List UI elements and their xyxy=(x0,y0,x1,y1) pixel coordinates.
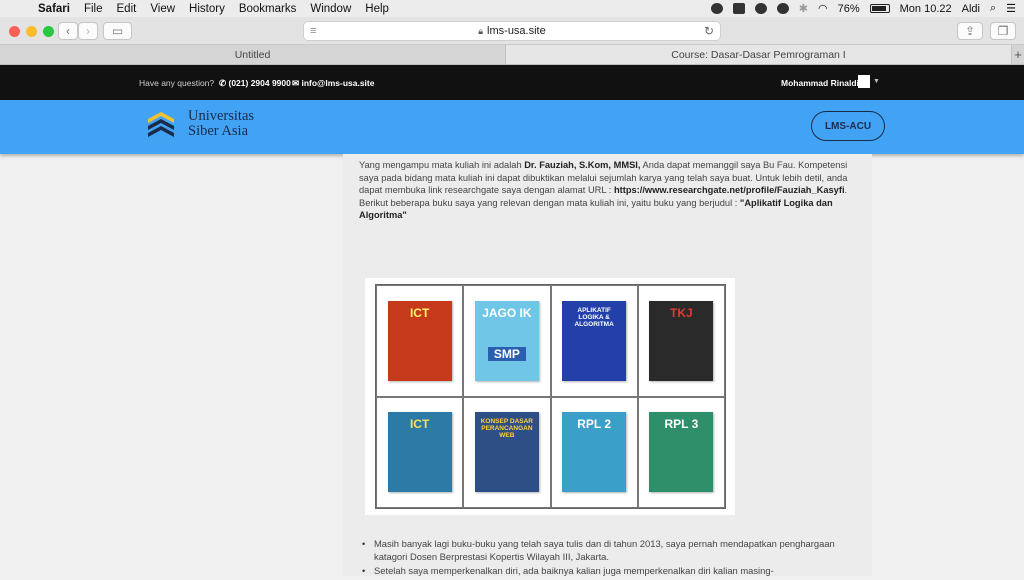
share-icon: ⇪ xyxy=(964,24,976,38)
book-cover: ICT xyxy=(387,300,452,381)
share-button[interactable]: ⇪ xyxy=(957,22,983,40)
macos-menubar: Safari File Edit View History Bookmarks … xyxy=(0,0,1024,17)
lock-icon: 🔒︎ xyxy=(478,25,484,36)
list-item: Masih banyak lagi buku-buku yang telah s… xyxy=(362,538,854,563)
menu-edit[interactable]: Edit xyxy=(117,3,137,15)
creative-cloud-icon[interactable] xyxy=(754,3,767,14)
contact-question: Have any question? xyxy=(139,78,215,88)
book-cell: JAGO IK SMP xyxy=(463,285,551,397)
book-cell: RPL 2 xyxy=(550,396,638,508)
book-cover-title: TKJ xyxy=(670,305,693,320)
wifi-icon[interactable]: ◠ xyxy=(818,2,828,15)
menubar-status-area: ✱ ◠ 76% Mon 10.22 Aldi ⌕ ☰ xyxy=(710,0,1016,17)
researchgate-link[interactable]: https://www.researchgate.net/profile/Fau… xyxy=(614,185,845,195)
bluetooth-icon[interactable]: ✱ xyxy=(799,2,808,15)
forward-button[interactable]: › xyxy=(78,22,98,40)
sidebar-button[interactable]: ▭ xyxy=(103,22,132,40)
user-menu[interactable]: Aldi xyxy=(962,3,980,15)
book-cover-title: RPL 3 xyxy=(664,417,699,432)
reload-icon[interactable]: ↻ xyxy=(704,24,714,38)
brand-name[interactable]: Universitas Siber Asia xyxy=(188,109,254,139)
book-cover-title: RPL 2 xyxy=(577,417,612,432)
tab-label: Untitled xyxy=(234,48,271,61)
bullet-list: Masih banyak lagi buku-buku yang telah s… xyxy=(362,538,854,580)
book-cover: ICT xyxy=(387,412,452,493)
book-cover-title: ICT xyxy=(409,305,430,320)
contact-phone[interactable]: ✆ (021) 2904 9900 xyxy=(219,78,291,89)
book-cover: APLIKATIF LOGIKA & ALGORITMA xyxy=(562,300,627,381)
battery-icon[interactable] xyxy=(869,4,890,13)
book-cell: TKJ xyxy=(637,285,725,397)
tab-label: Course: Dasar-Dasar Pemrograman I xyxy=(671,48,846,61)
book-cell: ICT xyxy=(376,396,464,508)
dropbox-icon[interactable] xyxy=(732,3,745,14)
site-topbar: Have any question? ✆ (021) 2904 9900 ✉ i… xyxy=(0,65,1024,100)
book-cover: RPL 3 xyxy=(649,412,714,493)
book-cover: TKJ xyxy=(649,300,714,381)
close-window-icon[interactable] xyxy=(9,26,20,37)
brand-line-2: Siber Asia xyxy=(188,123,249,139)
books-grid: ICT JAGO IK SMP APLIKATIF LOGIKA & ALGORITM… xyxy=(375,284,726,509)
menu-bookmarks[interactable]: Bookmarks xyxy=(239,3,297,15)
zoom-window-icon[interactable] xyxy=(43,26,54,37)
clock[interactable]: Mon 10.22 xyxy=(900,3,952,15)
tab-course[interactable]: Course: Dasar-Dasar Pemrograman I xyxy=(506,45,1012,64)
tab-bar: Untitled Course: Dasar-Dasar Pemrograman… xyxy=(0,45,1024,65)
intro-text: Yang mengampu mata kuliah ini adalah xyxy=(359,160,525,170)
phone-number: (021) 2904 9900 xyxy=(228,78,291,88)
lms-acu-button[interactable]: LMS-ACU xyxy=(811,111,885,141)
intro-paragraph: Yang mengampu mata kuliah ini adalah Dr.… xyxy=(359,159,859,222)
chevron-right-icon: › xyxy=(86,24,90,38)
back-button[interactable]: ‹ xyxy=(58,22,78,40)
book-cover: KONSEP DASAR PERANCANGAN WEB xyxy=(474,412,539,493)
new-tab-button[interactable]: + xyxy=(1012,45,1024,64)
book-cover-title: ICT xyxy=(409,417,430,432)
book-cell: KONSEP DASAR PERANCANGAN WEB xyxy=(463,396,551,508)
menu-history[interactable]: History xyxy=(189,3,225,15)
menu-window[interactable]: Window xyxy=(310,3,351,15)
reader-view-icon[interactable]: ≡ xyxy=(310,25,316,37)
book-cell: RPL 3 xyxy=(637,396,725,508)
brand-line-1: Universitas xyxy=(188,108,255,124)
address-bar[interactable]: ≡ 🔒︎ lms-usa.site ↻ xyxy=(303,21,721,41)
menu-help[interactable]: Help xyxy=(365,3,389,15)
menu-view[interactable]: View xyxy=(150,3,175,15)
book-cover-subtitle: SMP xyxy=(487,346,526,361)
email-address: info@lms-usa.site xyxy=(301,78,375,88)
course-content: Yang mengampu mata kuliah ini adalah Dr.… xyxy=(343,154,872,577)
menu-file[interactable]: File xyxy=(84,3,103,15)
cloud-icon[interactable] xyxy=(776,3,789,14)
url-text: lms-usa.site xyxy=(487,25,546,37)
university-logo[interactable] xyxy=(146,110,176,140)
chevron-left-icon: ‹ xyxy=(66,24,70,38)
user-name[interactable]: Mohammad Rinaldi xyxy=(781,78,859,88)
book-cover-title: KONSEP DASAR PERANCANGAN WEB xyxy=(480,418,533,440)
status-icon[interactable] xyxy=(710,3,723,14)
contact-email[interactable]: ✉ info@lms-usa.site xyxy=(292,78,374,89)
book-cover: JAGO IK SMP xyxy=(474,300,539,381)
tab-untitled[interactable]: Untitled xyxy=(0,45,506,64)
chevron-down-icon[interactable]: ▼ xyxy=(873,78,880,85)
site-header: Universitas Siber Asia LMS-ACU xyxy=(0,100,1024,154)
browser-toolbar: ‹ › ▭ ≡ 🔒︎ lms-usa.site ↻ ⇪ ❐ xyxy=(0,17,1024,45)
book-cover-title: APLIKATIF LOGIKA & ALGORITMA xyxy=(574,306,614,328)
book-cover-title: JAGO IK xyxy=(482,305,532,320)
sidebar-icon: ▭ xyxy=(111,24,124,38)
plus-icon: + xyxy=(1014,47,1022,62)
book-cover: RPL 2 xyxy=(562,412,627,493)
lecturer-name: Dr. Fauziah, S.Kom, MMSI, xyxy=(524,160,641,170)
spotlight-icon[interactable]: ⌕ xyxy=(990,2,996,15)
books-image: ICT JAGO IK SMP APLIKATIF LOGIKA & ALGORITM… xyxy=(365,278,735,515)
avatar[interactable] xyxy=(858,75,870,88)
window-controls xyxy=(9,26,54,37)
tabs-icon: ❐ xyxy=(997,24,1009,38)
book-cell: APLIKATIF LOGIKA & ALGORITMA xyxy=(550,285,638,397)
tab-overview-button[interactable]: ❐ xyxy=(990,22,1016,40)
menu-app-safari[interactable]: Safari xyxy=(38,3,70,15)
book-cell: ICT xyxy=(376,285,464,397)
notification-center-icon[interactable]: ☰ xyxy=(1006,2,1016,15)
battery-percent: 76% xyxy=(837,2,860,15)
minimize-window-icon[interactable] xyxy=(26,26,37,37)
